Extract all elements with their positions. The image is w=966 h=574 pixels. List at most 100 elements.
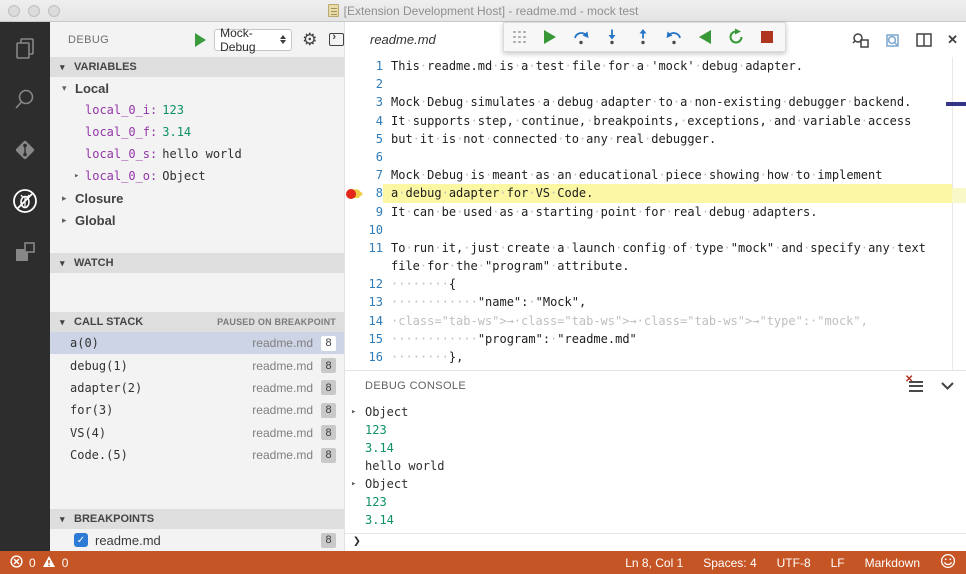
glyph-margin[interactable]: [345, 275, 365, 293]
line-number[interactable]: 10: [365, 221, 383, 239]
step-back-button[interactable]: [665, 27, 683, 47]
status-item-3[interactable]: LF: [831, 556, 845, 570]
glyph-margin[interactable]: [345, 112, 365, 130]
line-number[interactable]: 14: [365, 312, 383, 330]
console-entry[interactable]: hello world: [345, 457, 966, 475]
console-entry[interactable]: 123: [345, 421, 966, 439]
editor-line-4[interactable]: 4 It·supports·step,·continue,·breakpoints…: [345, 112, 966, 130]
glyph-margin[interactable]: [345, 75, 365, 93]
glyph-margin[interactable]: [345, 57, 365, 75]
sidebar-item-debug[interactable]: [9, 187, 41, 219]
line-number[interactable]: 2: [365, 75, 383, 93]
code-text[interactable]: ········},: [383, 348, 952, 366]
traffic-lights[interactable]: [8, 5, 60, 17]
glyph-margin[interactable]: [345, 148, 365, 166]
code-text[interactable]: Mock·Debug·simulates·a·debug·adapter·to·…: [383, 93, 952, 111]
editor-line-11[interactable]: 11 To·run·it,·just·create·a·launch·config…: [345, 239, 966, 257]
editor-content[interactable]: 1 This·readme.md·is·a·test·file·for·a·'mo…: [345, 57, 966, 370]
call-stack-section-header[interactable]: ▾ CALL STACK PAUSED ON BREAKPOINT: [50, 312, 344, 332]
line-number[interactable]: 5: [365, 130, 383, 148]
console-entry[interactable]: 123: [345, 493, 966, 511]
problems-status[interactable]: 0 0: [10, 554, 68, 571]
launch-config-select[interactable]: Mock-Debug: [214, 26, 293, 54]
code-text[interactable]: [383, 75, 952, 93]
feedback-smiley-icon[interactable]: [940, 553, 956, 572]
collapse-panel-icon[interactable]: [941, 377, 954, 395]
code-text[interactable]: [383, 221, 952, 239]
sidebar-item-explorer[interactable]: [9, 34, 41, 66]
line-number[interactable]: 4: [365, 112, 383, 130]
status-item-4[interactable]: Markdown: [865, 556, 920, 570]
editor-line-2[interactable]: 2: [345, 75, 966, 93]
line-number[interactable]: 8: [365, 184, 383, 202]
glyph-margin[interactable]: [345, 330, 365, 348]
console-entry[interactable]: 3.14: [345, 511, 966, 529]
glyph-margin[interactable]: [345, 166, 365, 184]
stack-frame-a(0)[interactable]: a(0) readme.md 8: [50, 332, 344, 355]
code-text[interactable]: ············"name":·"Mock",: [383, 293, 952, 311]
line-number[interactable]: 16: [365, 348, 383, 366]
line-number[interactable]: 9: [365, 203, 383, 221]
glyph-margin[interactable]: [345, 184, 365, 202]
stack-frame-for(3)[interactable]: for(3) readme.md 8: [50, 399, 344, 421]
stack-frame-adapter(2)[interactable]: adapter(2) readme.md 8: [50, 377, 344, 399]
line-number[interactable]: 6: [365, 148, 383, 166]
editor-line-6[interactable]: 6: [345, 148, 966, 166]
line-number[interactable]: 13: [365, 293, 383, 311]
code-text[interactable]: [383, 148, 952, 166]
glyph-margin[interactable]: [345, 130, 365, 148]
breakpoint-checkbox[interactable]: ✓: [74, 533, 88, 547]
status-item-1[interactable]: Spaces: 4: [703, 556, 756, 570]
glyph-margin[interactable]: [345, 93, 365, 111]
code-text[interactable]: but·it·is·not·connected·to·any·real·debu…: [383, 130, 952, 148]
line-number[interactable]: 15: [365, 330, 383, 348]
glyph-margin[interactable]: [345, 239, 365, 257]
code-text[interactable]: This·readme.md·is·a·test·file·for·a·'moc…: [383, 57, 952, 75]
console-input[interactable]: ❯: [345, 534, 966, 552]
editor-line-7[interactable]: 7 Mock·Debug·is·meant·as·an·educational·p…: [345, 166, 966, 184]
configure-gear-icon[interactable]: ⚙: [302, 31, 317, 48]
continue-button[interactable]: [541, 27, 559, 47]
editor-line-12[interactable]: 12 ········{: [345, 275, 966, 293]
glyph-margin[interactable]: [345, 221, 365, 239]
scope-global[interactable]: ▸ Global: [50, 209, 344, 231]
code-text[interactable]: ········{: [383, 275, 952, 293]
stack-frame-debug(1)[interactable]: debug(1) readme.md 8: [50, 354, 344, 376]
variable-local_0_i[interactable]: local_0_i: 123: [50, 99, 344, 121]
titlebar[interactable]: [Extension Development Host] - readme.md…: [0, 0, 966, 22]
twisty-icon[interactable]: ▸: [351, 403, 359, 421]
code-text[interactable]: Mock·Debug·is·meant·as·an·educational·pi…: [383, 166, 952, 184]
line-number[interactable]: 1: [365, 57, 383, 75]
status-item-2[interactable]: UTF-8: [777, 556, 811, 570]
glyph-margin[interactable]: [345, 312, 365, 330]
scope-local[interactable]: ▾ Local: [50, 77, 344, 99]
step-into-button[interactable]: [603, 27, 621, 47]
editor-line-13[interactable]: 13 ············"name":·"Mock",: [345, 293, 966, 311]
glyph-margin[interactable]: [345, 257, 365, 275]
breakpoints-section-header[interactable]: ▾ BREAKPOINTS: [50, 509, 344, 529]
reverse-continue-button[interactable]: [696, 27, 714, 47]
editor-line-8[interactable]: 8 a·debug·adapter·for·VS·Code.: [345, 184, 966, 203]
stack-frame-VS(4)[interactable]: VS(4) readme.md 8: [50, 422, 344, 444]
editor-line-3[interactable]: 3 Mock·Debug·simulates·a·debug·adapter·to…: [345, 93, 966, 111]
open-console-icon[interactable]: [329, 31, 344, 46]
sidebar-item-source-control[interactable]: [9, 136, 41, 168]
code-text[interactable]: It·can·be·used·as·a·starting·point·for·r…: [383, 203, 952, 221]
code-text[interactable]: a·debug·adapter·for·VS·Code.: [383, 184, 952, 203]
code-text[interactable]: ·class="tab-ws">→·class="tab-ws">→·class…: [383, 312, 952, 330]
restart-button[interactable]: [727, 27, 745, 47]
start-debug-button[interactable]: [195, 32, 207, 47]
open-preview-side-icon[interactable]: [884, 32, 901, 48]
minimize-window-button[interactable]: [28, 5, 40, 17]
code-text[interactable]: ············"program":·"readme.md": [383, 330, 952, 348]
line-number[interactable]: 3: [365, 93, 383, 111]
split-editor-icon[interactable]: [916, 32, 932, 47]
line-number[interactable]: 12: [365, 275, 383, 293]
editor-line-5[interactable]: 5 but·it·is·not·connected·to·any·real·deb…: [345, 130, 966, 148]
scope-closure[interactable]: ▸ Closure: [50, 187, 344, 209]
watch-section-header[interactable]: ▾ WATCH: [50, 253, 344, 273]
overview-ruler[interactable]: [946, 57, 966, 370]
tab-readme[interactable]: readme.md: [345, 32, 436, 47]
step-out-button[interactable]: [634, 27, 652, 47]
editor-line-1[interactable]: 1 This·readme.md·is·a·test·file·for·a·'mo…: [345, 57, 966, 75]
